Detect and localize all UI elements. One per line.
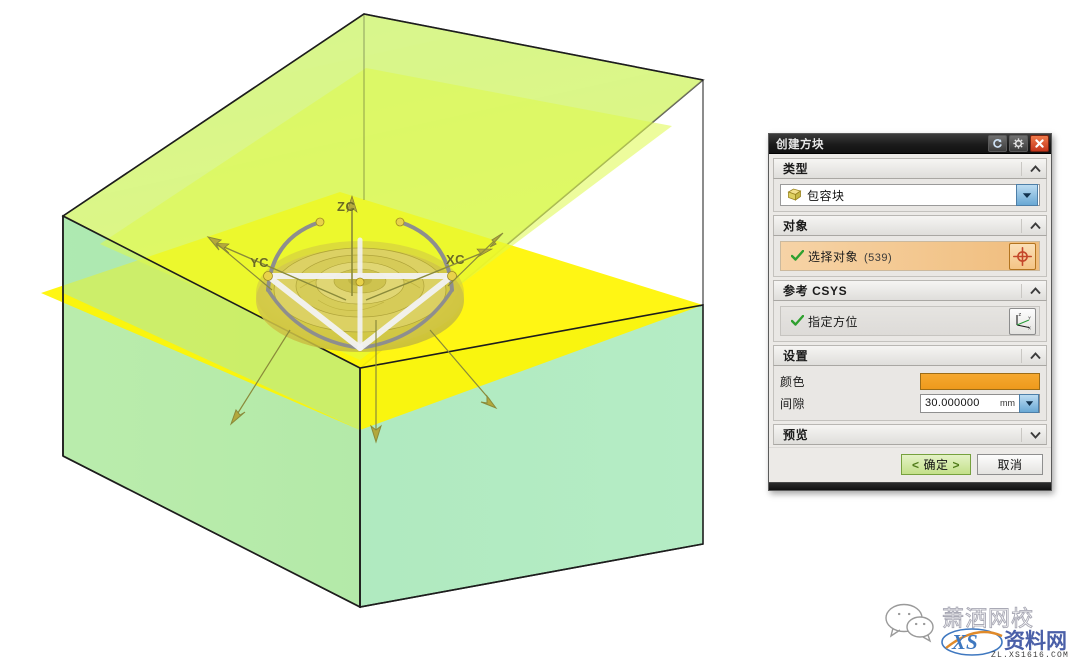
ok-button[interactable]: < 确定 > [900, 454, 971, 475]
clearance-row: 间隙 30.000000 mm [780, 393, 1040, 413]
clearance-unit: mm [1000, 398, 1015, 408]
dialog-title: 创建方块 [776, 138, 824, 151]
clearance-input[interactable]: 30.000000 mm [920, 393, 1040, 413]
clearance-label: 间隙 [780, 396, 806, 411]
crosshair-glyph [1013, 246, 1032, 266]
reset-glyph [993, 139, 1002, 148]
dialog-body: 类型 包容块 对象 选择对象 (539) 参考 CSYS 指定方位 Z Y X … [769, 154, 1051, 447]
select-object-crosshair-icon[interactable] [1009, 242, 1036, 270]
ok-label: 确定 [923, 458, 949, 472]
section-title-reference-csys: 参考 CSYS [783, 284, 848, 298]
gear-glyph [1013, 138, 1024, 149]
check-glyph [790, 315, 804, 326]
dialog-resize-grip[interactable] [769, 482, 1051, 490]
color-label: 颜色 [780, 374, 806, 389]
section-panel-reference-csys: 指定方位 Z Y X [773, 301, 1047, 342]
svg-text:X: X [1028, 325, 1031, 330]
close-icon[interactable] [1030, 135, 1049, 152]
specify-orientation-row[interactable]: 指定方位 Z Y X [780, 306, 1040, 336]
chevron-up-glyph [1029, 351, 1041, 359]
color-row: 颜色 [780, 371, 1040, 391]
chevron-up-glyph [1029, 221, 1041, 229]
section-header-reference-csys[interactable]: 参考 CSYS [773, 280, 1047, 301]
check-icon-object [789, 250, 805, 262]
svg-text:Y: Y [1028, 315, 1031, 320]
cancel-label: 取消 [997, 458, 1023, 472]
section-title-object: 对象 [783, 219, 809, 233]
chevron-down-icon-clearance[interactable] [1019, 393, 1039, 413]
section-title-type: 类型 [783, 162, 809, 176]
clearance-value: 30.000000 [925, 397, 980, 409]
section-header-type[interactable]: 类型 [773, 158, 1047, 179]
select-object-label: 选择对象 (539) [808, 248, 1009, 265]
type-combobox-value: 包容块 [807, 188, 845, 203]
section-panel-settings: 颜色 间隙 30.000000 mm [773, 366, 1047, 421]
section-header-object[interactable]: 对象 [773, 215, 1047, 236]
select-object-count: (539) [864, 251, 893, 264]
chevron-up-glyph [1029, 286, 1041, 294]
block-glyph [787, 188, 801, 201]
dialog-titlebar[interactable]: 创建方块 [769, 134, 1051, 154]
chevron-up-icon-type[interactable] [1021, 161, 1042, 176]
chevron-up-icon-settings[interactable] [1021, 348, 1042, 363]
select-object-text: 选择对象 [808, 249, 859, 264]
csys-triad-icon[interactable]: Z Y X [1009, 307, 1036, 335]
reset-icon[interactable] [988, 135, 1007, 152]
type-combobox[interactable]: 包容块 [780, 184, 1040, 206]
section-panel-object: 选择对象 (539) [773, 236, 1047, 277]
color-swatch[interactable] [920, 372, 1040, 390]
chevron-down-glyph [1025, 400, 1033, 406]
cancel-button[interactable]: 取消 [977, 454, 1043, 475]
dialog-footer: < 确定 > 取消 [769, 447, 1051, 482]
select-object-row[interactable]: 选择对象 (539) [780, 241, 1040, 271]
close-glyph [1035, 139, 1044, 148]
ok-prefix: < [911, 457, 920, 472]
chevron-down-icon-preview[interactable] [1021, 427, 1042, 442]
chevron-up-icon-reference-csys[interactable] [1021, 283, 1042, 298]
section-title-preview: 预览 [783, 428, 809, 442]
section-title-settings: 设置 [783, 349, 809, 363]
chevron-down-glyph [1022, 192, 1032, 198]
chevron-down-glyph [1029, 431, 1041, 439]
section-header-settings[interactable]: 设置 [773, 345, 1047, 366]
section-panel-type: 包容块 [773, 179, 1047, 212]
chevron-down-icon-type-combo[interactable] [1016, 184, 1038, 206]
csys-triad-glyph: Z Y X [1015, 312, 1031, 330]
svg-text:Z: Z [1018, 312, 1021, 317]
chevron-up-glyph [1029, 164, 1041, 172]
ok-suffix: > [952, 457, 960, 472]
block-icon [785, 187, 803, 203]
chevron-up-icon-object[interactable] [1021, 218, 1042, 233]
section-header-preview[interactable]: 预览 [773, 424, 1047, 445]
create-block-dialog[interactable]: 创建方块 类型 包容块 对象 选择对象 (539) 参考 CSYS 指定方位 Z… [768, 133, 1052, 491]
specify-orientation-label: 指定方位 [808, 314, 859, 329]
check-glyph [790, 250, 804, 261]
check-icon-csys [789, 315, 805, 327]
gear-icon[interactable] [1009, 135, 1028, 152]
